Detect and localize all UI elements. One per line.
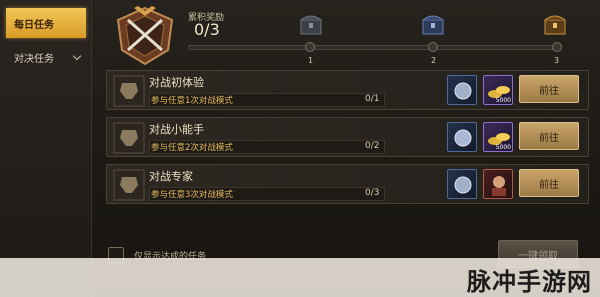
task-title: 对战专家	[149, 170, 193, 183]
chevron-down-icon	[72, 51, 82, 61]
silver-token-icon	[454, 82, 472, 100]
task-progress-text: 0/1	[365, 94, 380, 104]
task-description: 参与任意2次对战模式	[151, 143, 233, 153]
reward-item-slot[interactable]: 5000	[483, 75, 513, 105]
reward-item-slot[interactable]: 5000	[483, 122, 513, 152]
task-badge-icon	[113, 122, 145, 154]
task-badge-icon	[113, 75, 145, 107]
reward-item-slot[interactable]	[447, 169, 477, 199]
reward-count: 0/3	[194, 20, 220, 39]
task-panel: 每日任务 对决任务 累积奖励 0/3 1 2 3 对战初体验 参与任意1次对战模…	[0, 0, 600, 297]
task-row: 对战小能手 参与任意2次对战模式 0/2 5000 前往	[106, 117, 589, 157]
task-row: 对战初体验 参与任意1次对战模式 0/1 5000 前往	[106, 70, 589, 110]
node-label-2: 2	[431, 56, 437, 65]
progress-node-2	[428, 42, 438, 52]
chest-icon[interactable]	[542, 12, 568, 38]
task-title: 对战小能手	[149, 123, 204, 136]
tab-label: 每日任务	[14, 19, 54, 31]
progress-node-3	[552, 42, 562, 52]
tab-daily-tasks[interactable]: 每日任务	[6, 8, 86, 38]
node-label-3: 3	[554, 56, 560, 65]
go-button[interactable]: 前往	[519, 122, 579, 150]
node-label-1: 1	[308, 56, 314, 65]
chest-icon[interactable]	[298, 12, 324, 38]
character-card-icon	[492, 176, 506, 196]
silver-token-icon	[454, 129, 472, 147]
reward-item-slot[interactable]	[447, 122, 477, 152]
progress-node-1	[305, 42, 315, 52]
task-title: 对战初体验	[149, 76, 204, 89]
task-description: 参与任意3次对战模式	[151, 190, 233, 200]
chest-icon[interactable]	[420, 12, 446, 38]
watermark-text: 脉冲手游网	[467, 268, 592, 296]
reward-quantity: 5000	[495, 144, 511, 151]
silver-token-icon	[454, 176, 472, 194]
sidebar: 每日任务 对决任务	[0, 0, 92, 297]
crossed-swords-emblem-icon	[116, 6, 174, 66]
task-description: 参与任意1次对战模式	[151, 96, 233, 106]
reward-progress-header: 累积奖励 0/3 1 2 3	[100, 0, 600, 66]
tab-label: 对决任务	[14, 53, 54, 65]
go-button[interactable]: 前往	[519, 75, 579, 103]
go-button[interactable]: 前往	[519, 169, 579, 197]
reward-item-slot[interactable]	[447, 75, 477, 105]
task-row: 对战专家 参与任意3次对战模式 0/3 前往	[106, 164, 589, 204]
task-progress-text: 0/2	[365, 141, 380, 151]
reward-progress-track	[188, 45, 560, 50]
reward-item-slot[interactable]	[483, 169, 513, 199]
reward-quantity: 5000	[495, 97, 511, 104]
task-badge-icon	[113, 169, 145, 201]
tab-duel-tasks[interactable]: 对决任务	[6, 42, 86, 72]
task-progress-text: 0/3	[365, 188, 380, 198]
